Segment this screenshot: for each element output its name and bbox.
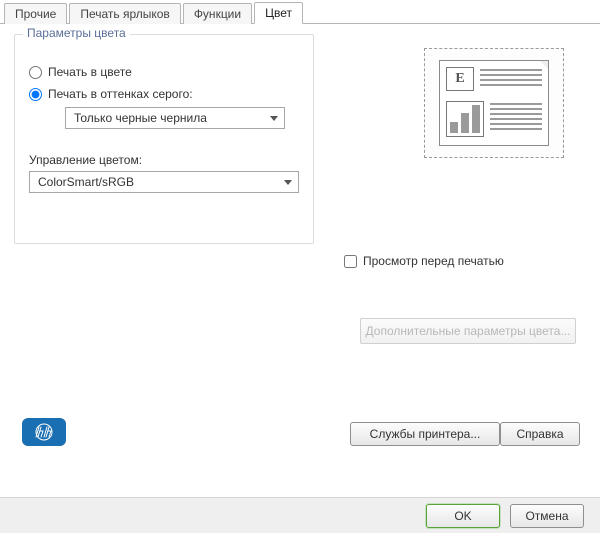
color-options-group: Параметры цвета Печать в цвете Печать в … xyxy=(14,34,314,244)
cancel-label: Отмена xyxy=(525,509,568,523)
radio-print-grayscale[interactable] xyxy=(29,88,42,101)
tab-other[interactable]: Прочие xyxy=(4,3,67,24)
tab-functions-label: Функции xyxy=(194,7,241,21)
radio-print-gray-row: Печать в оттенках серого: xyxy=(29,87,303,101)
tab-print-labels-label: Печать ярлыков xyxy=(80,7,169,21)
tab-page-color: Параметры цвета Печать в цвете Печать в … xyxy=(0,24,600,494)
radio-print-color-row: Печать в цвете xyxy=(29,65,303,79)
tab-color-label: Цвет xyxy=(265,6,292,20)
hp-logo-icon xyxy=(22,418,66,446)
tab-print-labels[interactable]: Печать ярлыков xyxy=(69,3,180,24)
dialog-footer: OK Отмена xyxy=(0,497,600,533)
dropdown-color-management-value: ColorSmart/sRGB xyxy=(38,175,134,189)
dropdown-grayscale-value: Только черные чернила xyxy=(74,111,207,125)
tab-color[interactable]: Цвет xyxy=(254,2,303,24)
radio-print-color-label: Печать в цвете xyxy=(48,65,132,79)
help-button[interactable]: Справка xyxy=(500,422,580,446)
color-management-label: Управление цветом: xyxy=(29,153,303,167)
dropdown-color-management[interactable]: ColorSmart/sRGB xyxy=(29,171,299,193)
tab-strip: Прочие Печать ярлыков Функции Цвет xyxy=(0,0,600,24)
chevron-down-icon xyxy=(284,180,292,185)
checkbox-preview-before-print[interactable] xyxy=(344,255,357,268)
dropdown-grayscale-mode[interactable]: Только черные чернила xyxy=(65,107,285,129)
tab-other-label: Прочие xyxy=(15,7,56,21)
cancel-button[interactable]: Отмена xyxy=(510,504,584,528)
print-preview-thumbnail: E xyxy=(424,48,564,158)
tab-functions[interactable]: Функции xyxy=(183,3,252,24)
preview-before-print-row: Просмотр перед печатью xyxy=(344,254,564,268)
advanced-color-options-button: Дополнительные параметры цвета... xyxy=(360,318,576,344)
chevron-down-icon xyxy=(270,116,278,121)
printer-services-label: Службы принтера... xyxy=(370,427,481,441)
radio-print-color[interactable] xyxy=(29,66,42,79)
color-options-title: Параметры цвета xyxy=(23,26,130,40)
printer-properties-window: Прочие Печать ярлыков Функции Цвет Парам… xyxy=(0,0,600,533)
help-label: Справка xyxy=(516,427,563,441)
printer-services-button[interactable]: Службы принтера... xyxy=(350,422,500,446)
radio-print-grayscale-label: Печать в оттенках серого: xyxy=(48,87,193,101)
advanced-color-options-label: Дополнительные параметры цвета... xyxy=(366,324,571,338)
page-thumb-icon: E xyxy=(439,60,549,146)
ok-label: OK xyxy=(454,509,471,523)
ok-button[interactable]: OK xyxy=(426,504,500,528)
checkbox-preview-label: Просмотр перед печатью xyxy=(363,254,504,268)
